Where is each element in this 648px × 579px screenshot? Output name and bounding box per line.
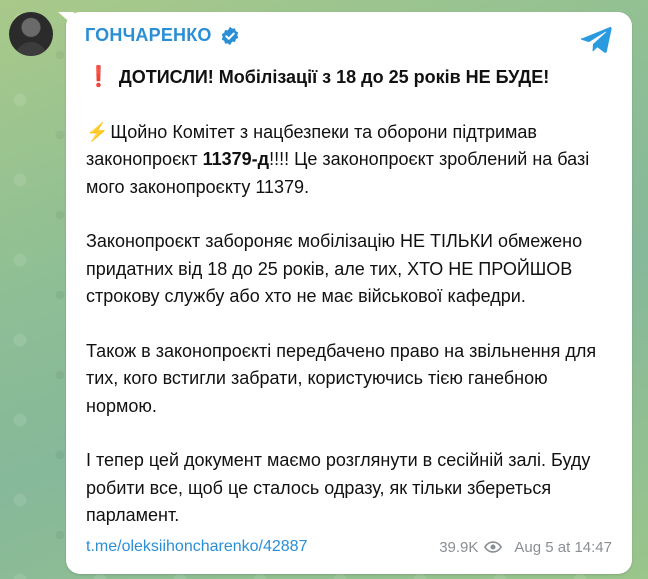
message-header: ГОНЧАРЕНКО — [85, 25, 240, 46]
bill-number: 11379-д — [202, 149, 270, 169]
telegram-share-icon[interactable] — [580, 26, 612, 54]
paragraph-2: Законопроєкт забороняє мобілізацію НЕ ТІ… — [86, 231, 583, 306]
view-count: 39.9K — [439, 538, 479, 556]
message-body: ❗ ДОТИСЛИ! Мобілізації з 18 до 25 років … — [86, 64, 616, 530]
message-footer: t.me/oleksiihoncharenko/42887 39.9K Aug … — [86, 538, 612, 556]
post-link[interactable]: t.me/oleksiihoncharenko/42887 — [86, 538, 307, 556]
lightning-icon: ⚡ — [86, 121, 109, 142]
channel-avatar[interactable] — [9, 12, 53, 56]
post-headline: ❗ ДОТИСЛИ! Мобілізації з 18 до 25 років … — [86, 64, 616, 92]
eye-icon — [484, 541, 503, 553]
post-date: Aug 5 at 14:47 — [514, 538, 612, 556]
verified-badge-icon — [221, 26, 238, 45]
headline-text: ДОТИСЛИ! Мобілізації з 18 до 25 років НЕ… — [118, 67, 550, 87]
channel-name[interactable]: ГОНЧАРЕНКО — [85, 25, 212, 46]
message-bubble: ГОНЧАРЕНКО ❗ ДОТИСЛИ! Мобілізації з 18 д… — [66, 12, 632, 574]
paragraph-4: І тепер цей документ маємо розглянути в … — [86, 450, 591, 525]
paragraph-1: ⚡ Щойно Комітет з нацбезпеки та оборони п… — [86, 119, 616, 202]
exclamation-icon: ❗ — [86, 66, 111, 88]
avatar-silhouette — [15, 42, 47, 56]
post-meta: 39.9K Aug 5 at 14:47 — [439, 539, 612, 556]
paragraph-3: Також в законопроєкті передбачено право … — [86, 340, 597, 416]
